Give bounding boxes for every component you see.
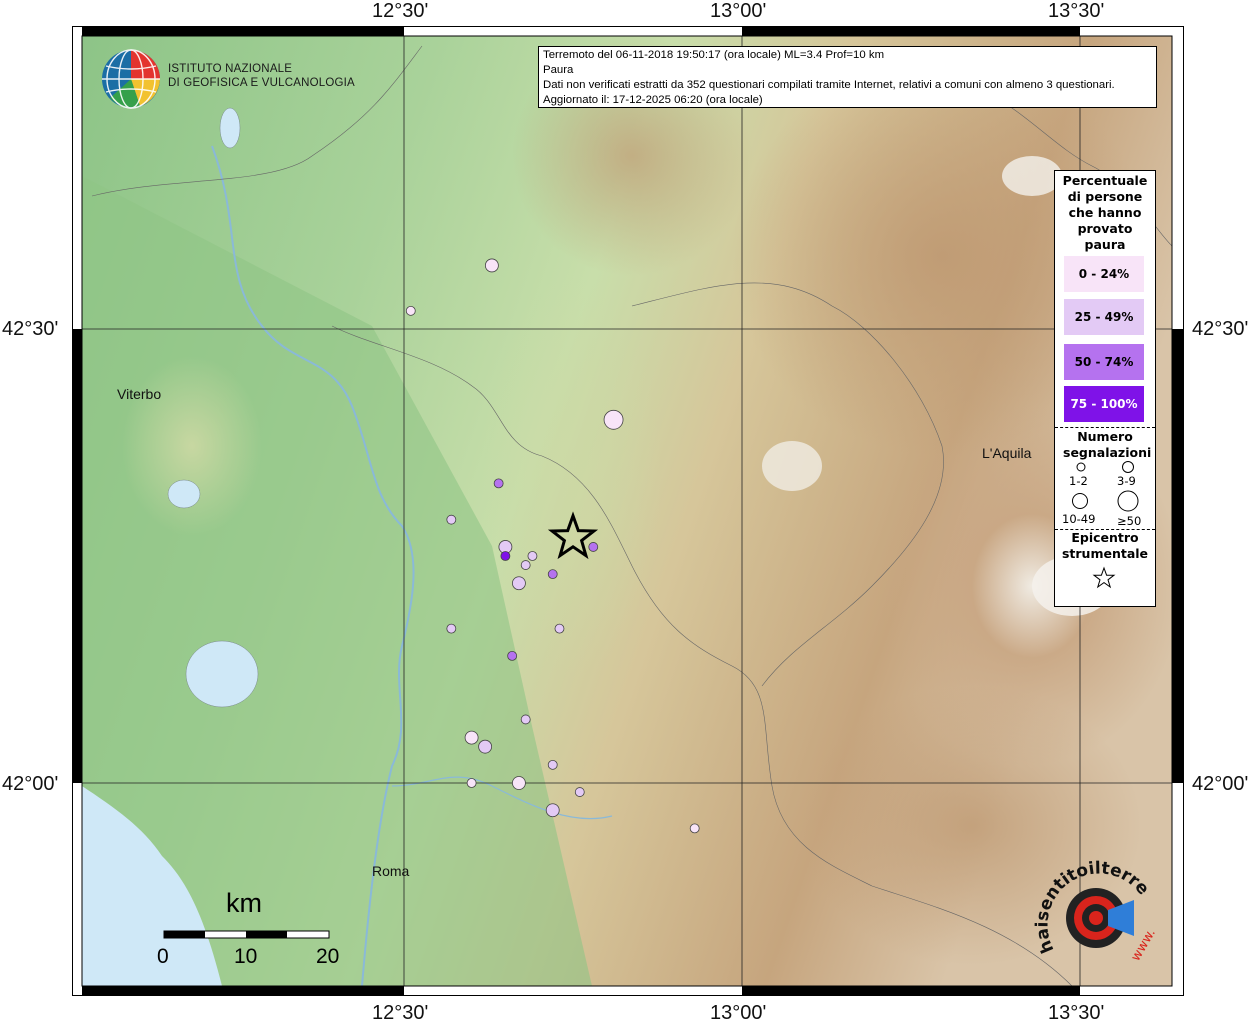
survey-point[interactable] [545,803,560,818]
ingv-globe-icon [102,49,160,109]
event-info-line-2: Paura [543,64,574,76]
lake-bracciano [185,640,259,708]
legend-title: Percentuale di persone che hanno provato… [1062,173,1148,252]
right-lat-label-2: 42°00' [1192,773,1249,795]
logo-line-2: DI GEOFISICA E VULCANOLOGIA [168,77,355,89]
map-frame[interactable] [72,26,1184,996]
snow-peak-3 [762,441,822,491]
survey-point[interactable] [512,576,526,591]
right-lat-label-1: 42°30' [1192,318,1249,340]
legend-count-label-0: 1-2 [1069,474,1088,488]
top-lon-label-3: 13°30' [1048,0,1105,22]
left-lat-label-2: 42°00' [2,773,59,795]
scale-bar-seg-3 [246,931,287,938]
legend-count-label-3: ≥50 [1117,514,1142,528]
scale-bar [163,930,330,939]
survey-point[interactable] [464,730,479,745]
frame-bar-top-2 [742,27,1080,36]
legend-panel: Percentuale di persone che hanno provato… [1054,170,1156,607]
map-canvas[interactable] [72,26,1184,996]
hills-viterbo [122,356,262,536]
legend-circle-1-2 [1076,462,1086,472]
legend-circle-10-49 [1072,493,1088,509]
hai-sentito-badge[interactable]: haisentitoilterremoto.it www. [1025,845,1164,980]
survey-point[interactable] [507,650,518,661]
survey-point[interactable] [527,551,538,561]
survey-point[interactable] [512,776,526,790]
legend-class-1: 25 - 49% [1064,299,1144,335]
survey-point[interactable] [603,409,624,430]
survey-point[interactable] [405,305,416,316]
hai-sentito-logo-icon: haisentitoilterremoto.it www. [1025,845,1159,964]
top-lon-label-2: 13°00' [710,0,767,22]
legend-class-3: 75 - 100% [1064,386,1144,422]
bottom-lon-label-1: 12°30' [372,1002,429,1024]
survey-point[interactable] [554,623,565,634]
scale-tick-0: 0 [157,945,169,968]
legend-count-title: Numero segnalazioni [1063,429,1152,460]
left-lat-label-1: 42°30' [2,318,59,340]
survey-point[interactable] [574,787,585,797]
scale-bar-seg-1 [164,931,205,938]
frame-bar-left [73,329,82,783]
legend-circle-3-9 [1122,461,1134,473]
survey-point[interactable] [478,739,493,754]
legend-count-label-1: 3-9 [1117,474,1136,488]
event-info-line-3: Dati non verificati estratti da 352 ques… [543,79,1115,91]
legend-class-2: 50 - 74% [1064,344,1144,380]
legend-class-0: 0 - 24% [1064,256,1144,292]
legend-count-label-2: 10-49 [1062,512,1096,526]
survey-point[interactable] [547,569,558,580]
survey-point[interactable] [520,714,531,725]
survey-point[interactable] [689,823,700,834]
legend-epicenter-title: Epicentro strumentale [1061,530,1149,561]
snow-peak-1 [1002,156,1062,196]
survey-point[interactable] [466,778,477,788]
place-viterbo: Viterbo [117,386,162,402]
event-info-line-4: Aggiornato il: 17-12-2025 06:20 (ora loc… [543,94,763,106]
place-aquila: L'Aquila [982,445,1032,461]
frame-bar-right [1172,329,1183,783]
lake-bolsena [219,107,241,149]
legend-star-icon [1092,566,1116,589]
scale-tick-10: 10 [234,945,258,968]
frame-bar-bottom-1 [82,986,404,995]
bottom-lon-label-3: 13°30' [1048,1002,1105,1024]
legend-separator-1 [1055,427,1155,428]
survey-point[interactable] [493,478,504,489]
logo-line-1: ISTITUTO NAZIONALE [168,63,293,75]
bottom-lon-label-2: 13°00' [710,1002,767,1024]
frame-bar-bottom-2 [742,986,1080,995]
survey-point[interactable] [500,551,511,561]
lake-vico [167,479,201,509]
legend-circle-50 [1117,490,1139,512]
survey-point[interactable] [520,560,531,570]
survey-point[interactable] [446,514,457,525]
hills-center [482,276,662,676]
scale-tick-20: 20 [316,945,340,968]
event-info-box: Terremoto del 06-11-2018 19:50:17 (ora l… [538,46,1157,108]
top-lon-label-1: 12°30' [372,0,429,22]
ingv-logo: ISTITUTO NAZIONALE DI GEOFISICA E VULCAN… [100,48,360,110]
frame-bar-top-1 [82,27,404,36]
survey-point[interactable] [446,623,457,634]
survey-point[interactable] [484,258,499,273]
scale-unit: km [226,888,262,918]
survey-point[interactable] [588,542,599,552]
place-roma: Roma [372,863,410,879]
event-info-line-1: Terremoto del 06-11-2018 19:50:17 (ora l… [543,49,885,61]
survey-point[interactable] [547,759,558,770]
